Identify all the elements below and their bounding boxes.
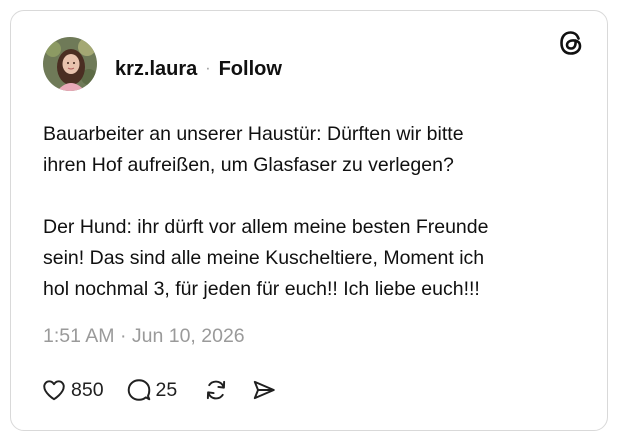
like-button[interactable]: 850 <box>41 377 104 403</box>
post-header: krz.laura · Follow <box>115 55 282 83</box>
post-text: Bauarbeiter an unserer Haustür: Dürften … <box>43 123 489 300</box>
threads-logo-icon[interactable] <box>557 29 585 57</box>
avatar[interactable] <box>43 37 97 91</box>
reply-button[interactable]: 25 <box>126 377 178 403</box>
like-count: 850 <box>71 378 104 401</box>
share-icon <box>254 380 275 400</box>
action-bar: 850 25 <box>41 375 277 405</box>
avatar-image <box>43 37 97 91</box>
follow-button[interactable]: Follow <box>219 58 282 81</box>
repost-button[interactable] <box>203 377 229 403</box>
separator-dot: · <box>205 60 211 77</box>
share-button[interactable] <box>251 377 277 403</box>
reply-icon <box>127 379 150 401</box>
repost-icon <box>207 380 226 400</box>
heart-icon <box>43 380 65 401</box>
post-card: krz.laura · Follow Bauarbeiter an unsere… <box>10 10 608 431</box>
reply-count: 25 <box>155 378 178 401</box>
post-timestamp[interactable]: 1:51 AM · Jun 10, 2026 <box>43 325 245 348</box>
username[interactable]: krz.laura <box>115 58 197 81</box>
